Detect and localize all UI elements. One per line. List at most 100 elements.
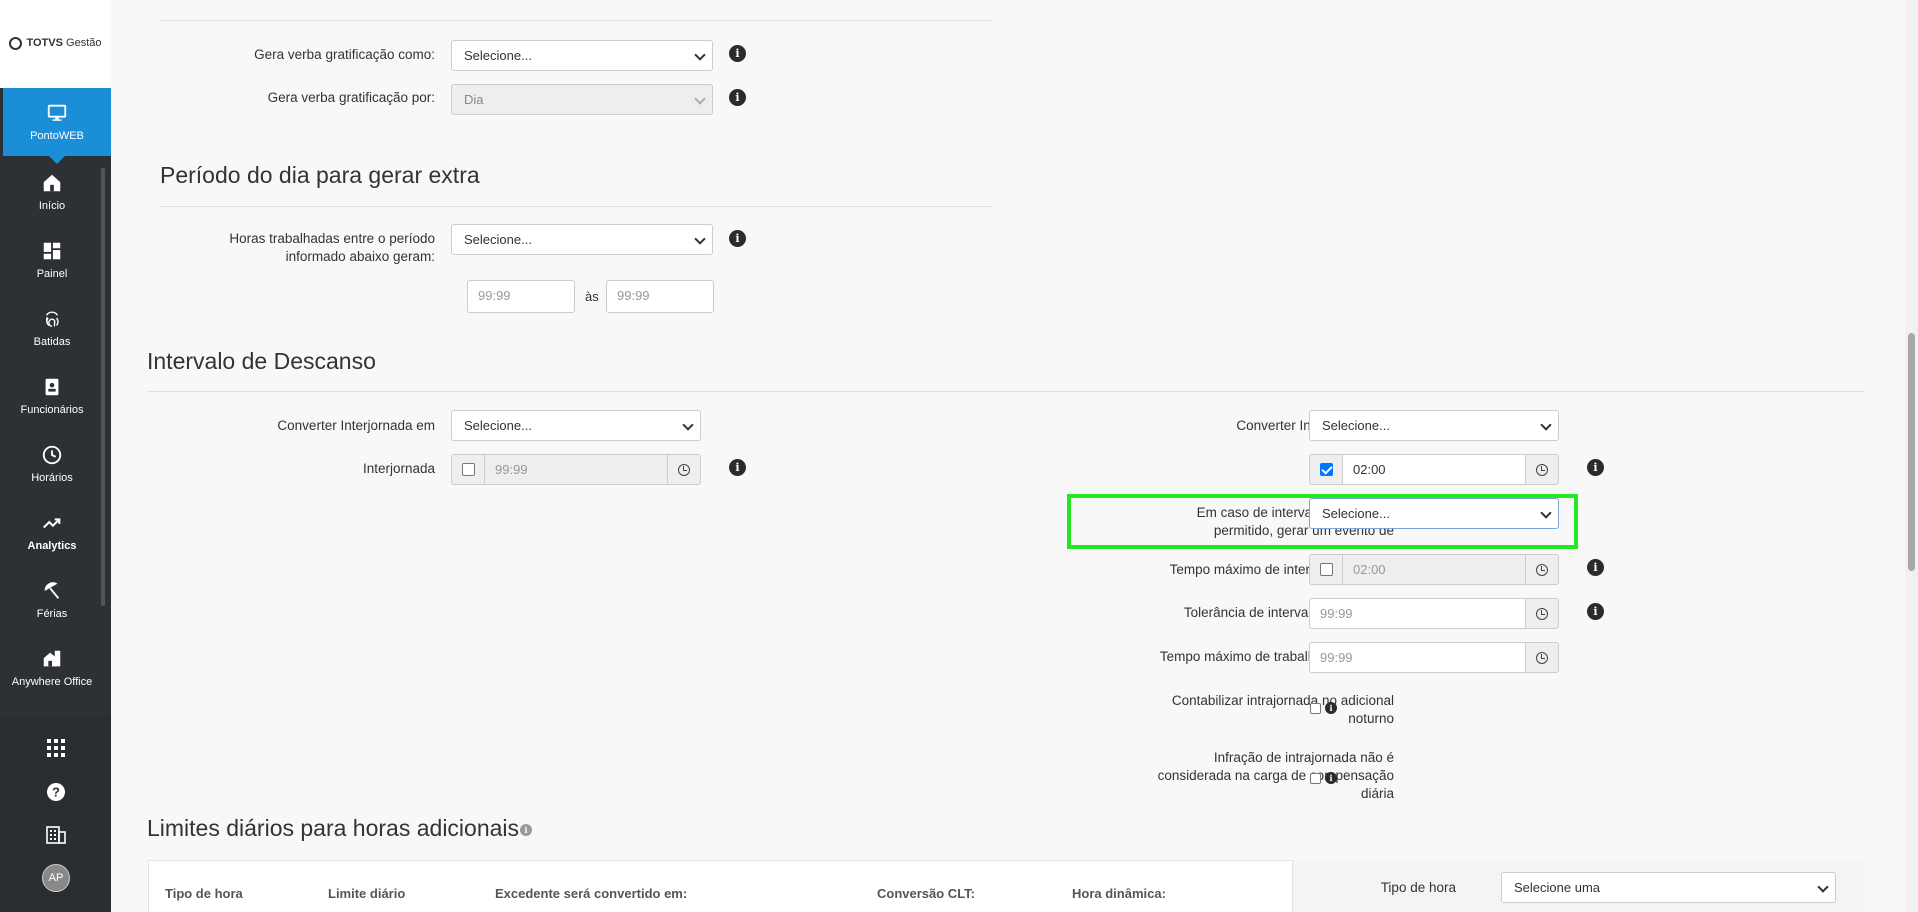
sidebar-item-ferias[interactable]: Férias — [0, 580, 104, 640]
column-header: Limite diário — [328, 886, 406, 901]
label-line: Contabilizar intrajornada no adicional — [1171, 693, 1394, 708]
clock-addon[interactable] — [1525, 554, 1559, 585]
periodo-inicio-input[interactable]: 99:99 — [467, 280, 575, 313]
chevron-down-icon — [682, 419, 694, 431]
gera-verba-por-label: Gera verba gratificação por: — [267, 90, 435, 105]
intrajornada-input[interactable]: 02:00 — [1342, 454, 1526, 485]
app-logo[interactable]: TOTVS Gestão — [0, 28, 111, 58]
converter-interjornada-label: Converter Interjornada em — [277, 418, 435, 433]
chevron-down-icon — [1540, 419, 1552, 431]
clock-addon[interactable] — [667, 454, 701, 485]
chevron-down-icon — [1817, 881, 1829, 893]
select-value: Selecione... — [1322, 418, 1390, 433]
sidebar-item-label: Início — [38, 200, 66, 212]
gera-verba-como-label: Gera verba gratificação como: — [254, 47, 435, 62]
info-icon[interactable]: i — [1587, 603, 1604, 620]
intervalo-superior-select[interactable]: Selecione... — [1309, 498, 1559, 529]
scrollbar-thumb[interactable] — [1908, 333, 1915, 571]
info-icon[interactable]: i — [729, 45, 746, 62]
apps-grid-icon[interactable] — [42, 734, 70, 762]
select-value: Selecione... — [464, 48, 532, 63]
horas-trabalhadas-select[interactable]: Selecione... — [451, 224, 713, 255]
chevron-down-icon — [694, 233, 706, 245]
label-line: Horas trabalhadas entre o período — [229, 231, 435, 246]
clock-icon — [42, 445, 62, 465]
logo-icon — [9, 36, 23, 50]
info-icon[interactable]: i — [729, 459, 746, 476]
interjornada-group: 99:99 — [451, 454, 701, 485]
interjornada-checkbox[interactable] — [461, 463, 475, 476]
clock-icon — [1536, 563, 1548, 576]
info-icon[interactable]: i — [1325, 702, 1337, 714]
company-building-icon[interactable] — [42, 821, 70, 849]
sidebar-item-funcionarios[interactable]: Funcionários — [0, 376, 104, 436]
sidebar-item-inicio[interactable]: Início — [0, 172, 104, 232]
gera-verba-por-select[interactable]: Dia — [451, 84, 713, 115]
interjornada-checkbox-addon — [451, 454, 485, 485]
clock-addon[interactable] — [1525, 454, 1559, 485]
info-icon[interactable]: i — [729, 230, 746, 247]
info-icon[interactable]: i — [520, 824, 532, 836]
home-icon — [43, 174, 61, 192]
contabilizar-intrajornada-checkbox[interactable] — [1310, 703, 1321, 714]
tempo-maximo-checkbox[interactable] — [1319, 563, 1333, 576]
sidebar-item-pontoweb[interactable]: PontoWEB — [3, 88, 111, 164]
interjornada-input[interactable]: 99:99 — [484, 454, 668, 485]
label-line: informado abaixo geram: — [285, 249, 435, 264]
converter-interjornada-select[interactable]: Selecione... — [451, 410, 701, 441]
sidebar-item-label: PontoWEB — [30, 130, 84, 142]
label-line: considerada na carga de compensação — [1157, 768, 1394, 783]
clock-icon — [1536, 651, 1548, 664]
dashboard-icon — [43, 242, 61, 260]
converter-intrajornada-select[interactable]: Selecione... — [1309, 410, 1559, 441]
periodo-fim-input[interactable]: 99:99 — [606, 280, 714, 313]
tempo-ininterrupto-input[interactable]: 99:99 — [1309, 642, 1526, 673]
fingerprint-icon — [45, 311, 59, 328]
page-scrollbar[interactable] — [1905, 0, 1918, 912]
infracao-intrajornada-checkbox[interactable] — [1310, 773, 1321, 784]
sidebar-item-horarios[interactable]: Horários — [0, 444, 104, 504]
chevron-down-icon — [1540, 507, 1552, 519]
divider — [160, 206, 992, 207]
info-icon[interactable]: i — [1587, 459, 1604, 476]
svg-text:?: ? — [52, 785, 60, 800]
label-line: diária — [1360, 786, 1394, 801]
sidebar-item-anywhere-office[interactable]: Anywhere Office — [0, 648, 104, 708]
trending-icon — [43, 518, 61, 529]
sidebar-item-label: Horários — [31, 472, 73, 484]
home-office-icon — [43, 650, 61, 667]
beach-umbrella-icon — [44, 582, 60, 599]
tipo-hora-select[interactable]: Selecione uma — [1501, 872, 1836, 903]
sidebar-item-label: Painel — [36, 268, 68, 280]
tolerancia-input[interactable]: 99:99 — [1309, 598, 1526, 629]
sidebar-item-analytics[interactable]: Analytics — [0, 512, 104, 572]
avatar[interactable]: AP — [42, 864, 70, 892]
interjornada-label: Interjornada — [362, 461, 435, 476]
info-icon[interactable]: i — [1325, 772, 1337, 784]
select-value: Selecione uma — [1514, 880, 1600, 895]
sidebar-scrollbar[interactable] — [101, 168, 105, 606]
sidebar-item-label: Batidas — [33, 336, 71, 348]
clock-addon[interactable] — [1525, 598, 1559, 629]
monitor-icon — [47, 104, 67, 121]
tipo-hora-label: Tipo de hora — [1380, 880, 1456, 895]
help-icon[interactable]: ? — [42, 778, 70, 806]
clock-addon[interactable] — [1525, 642, 1559, 673]
sidebar-item-label: Anywhere Office — [11, 676, 93, 688]
chevron-down-icon — [694, 93, 706, 105]
info-icon[interactable]: i — [1587, 559, 1604, 576]
info-icon[interactable]: i — [729, 89, 746, 106]
intrajornada-checkbox[interactable] — [1319, 463, 1333, 476]
tempo-maximo-input[interactable]: 02:00 — [1342, 554, 1526, 585]
section-title-limites: Limites diários para horas adicionais — [147, 815, 520, 841]
column-header: Hora dinâmica: — [1072, 886, 1166, 901]
sidebar-item-painel[interactable]: Painel — [0, 240, 104, 300]
section-title-periodo: Período do dia para gerar extra — [160, 162, 480, 188]
select-value: Selecione... — [1322, 506, 1390, 521]
sidebar-item-label: Analytics — [27, 540, 77, 552]
intrajornada-group: 02:00 — [1309, 454, 1559, 485]
logo-text: TOTVS Gestão — [26, 37, 102, 49]
sidebar-item-batidas[interactable]: Batidas — [0, 308, 104, 368]
gera-verba-como-select[interactable]: Selecione... — [451, 40, 713, 71]
sidebar-item-label: Férias — [36, 608, 68, 620]
